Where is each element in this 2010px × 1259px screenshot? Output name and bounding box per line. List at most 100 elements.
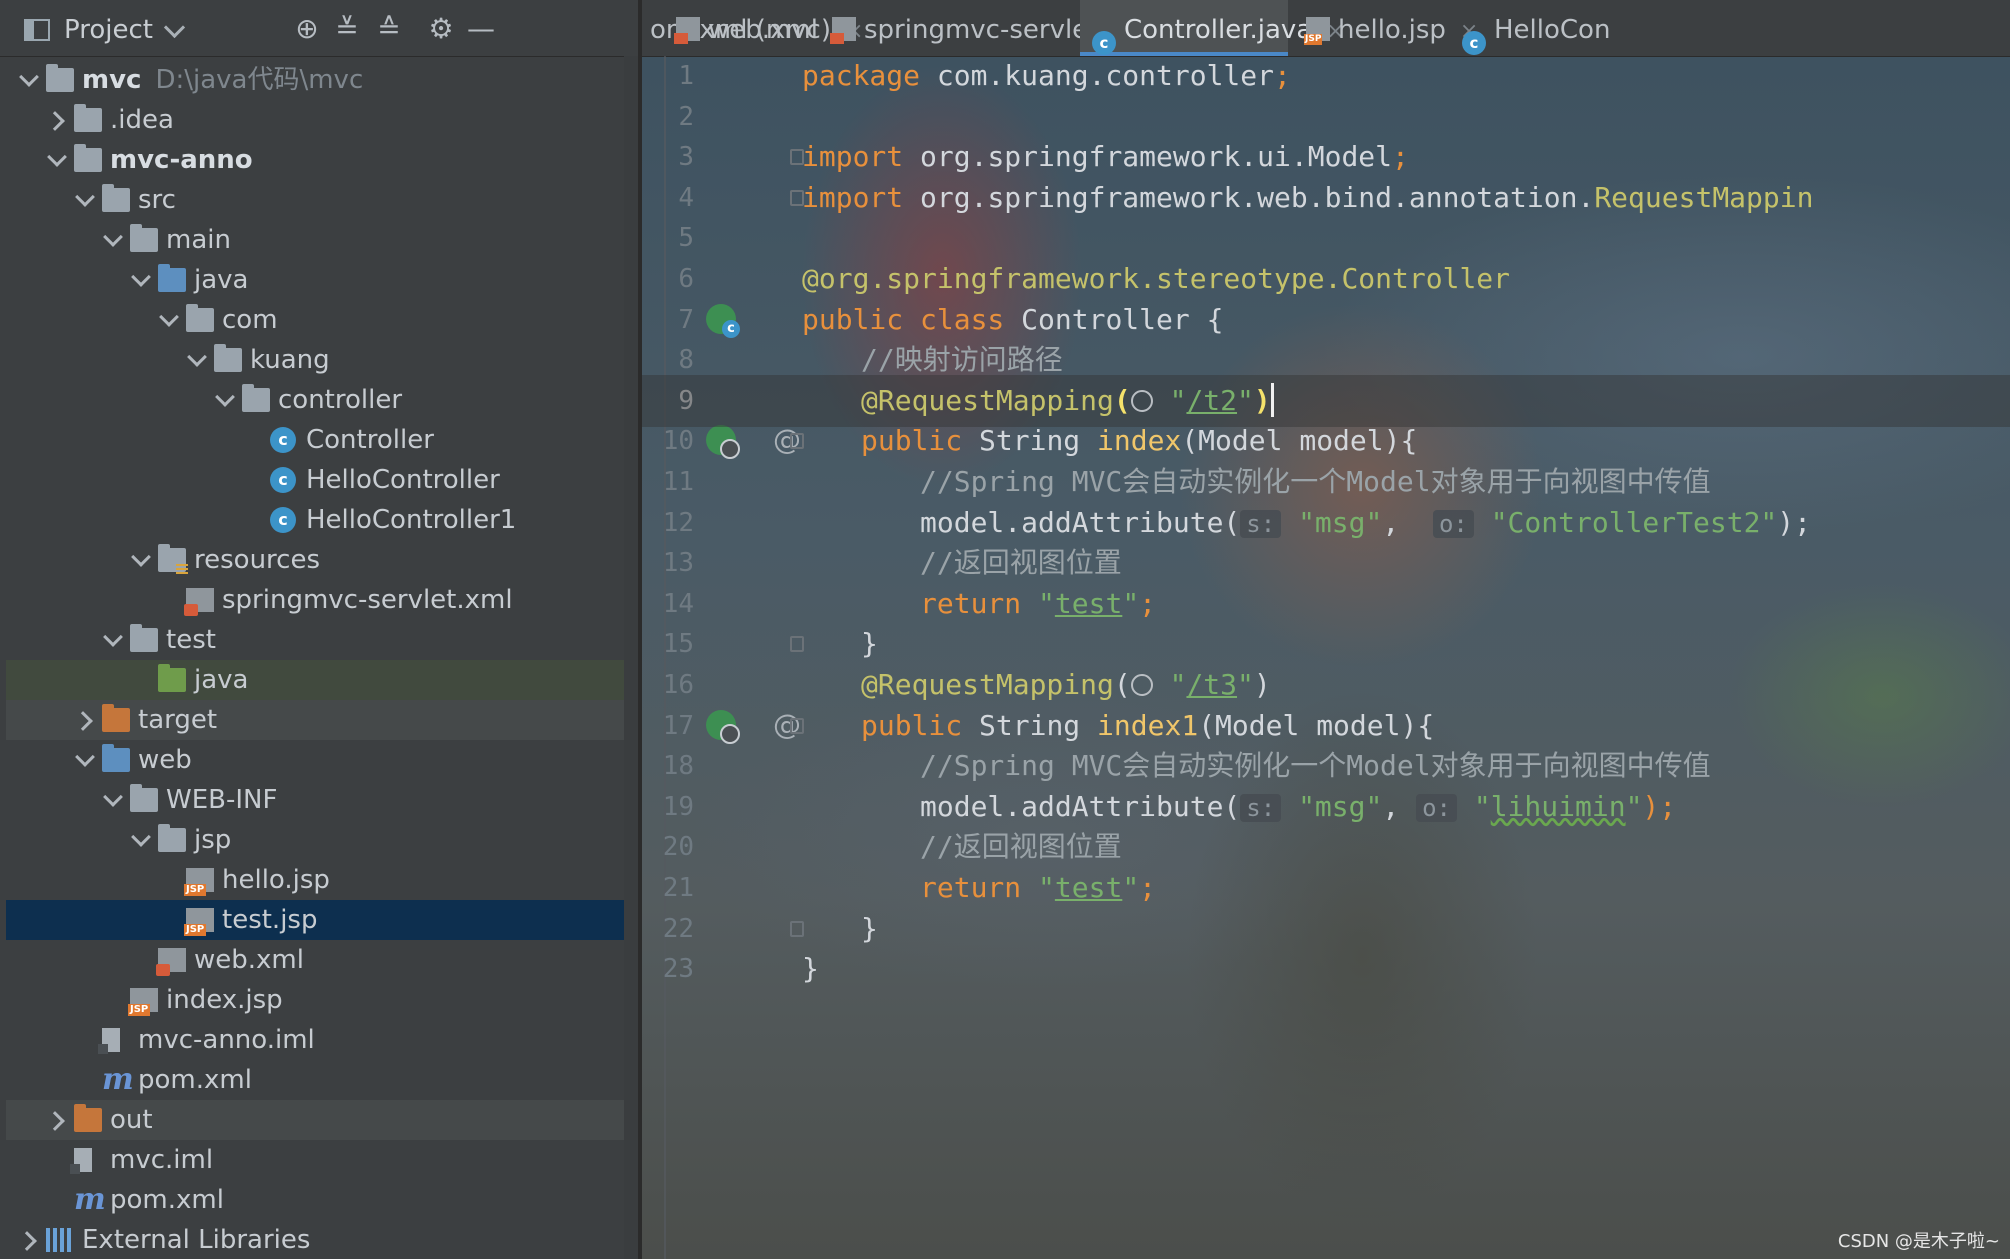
tree-item[interactable]: m pom.xml: [6, 1060, 640, 1100]
chevron-down-icon[interactable]: [126, 820, 154, 860]
chevron-down-icon[interactable]: [14, 60, 42, 100]
gear-icon[interactable]: ⚙: [424, 12, 458, 46]
tree-item-label: mvc D:\java代码\mvc: [82, 60, 363, 100]
tree-item-name: pom.xml: [138, 1065, 252, 1095]
tree-item[interactable]: target: [6, 700, 640, 740]
hide-icon[interactable]: —: [464, 12, 498, 46]
tree-item[interactable]: java: [6, 260, 640, 300]
code-line[interactable]: return "test";: [920, 862, 1156, 914]
request-mapping-icon[interactable]: [706, 425, 740, 460]
chevron-down-icon[interactable]: [154, 300, 182, 340]
tree-item[interactable]: mvc-anno.iml: [6, 1020, 640, 1060]
tree-item[interactable]: mvc D:\java代码\mvc: [6, 60, 640, 100]
tree-item-label: target: [138, 700, 217, 740]
chevron-right-icon[interactable]: [14, 1220, 42, 1259]
tree-item[interactable]: java: [6, 660, 640, 700]
tree-item[interactable]: .idea: [6, 100, 640, 140]
tree-item-path: D:\java代码\mvc: [155, 65, 364, 95]
chevron-down-icon[interactable]: [210, 380, 238, 420]
code-line[interactable]: package com.kuang.controller;: [802, 50, 1291, 102]
chevron-down-icon[interactable]: [70, 740, 98, 780]
keyword: ;: [1392, 140, 1409, 174]
expand-all-icon[interactable]: ≚: [330, 12, 364, 46]
fold-marker-icon[interactable]: [790, 920, 804, 937]
globe-icon[interactable]: [1130, 674, 1153, 696]
tree-item-name: web.xml: [194, 945, 304, 975]
tree-item[interactable]: kuang: [6, 340, 640, 380]
tree-item[interactable]: resources: [6, 540, 640, 580]
tree-item[interactable]: c Controller: [6, 420, 640, 460]
tree-item[interactable]: c HelloController1: [6, 500, 640, 540]
editor-tab[interactable]: springmvc-servlet.xml×: [820, 0, 1187, 56]
string-literal: ": [1473, 789, 1491, 823]
locate-icon[interactable]: ⊕: [290, 12, 324, 46]
request-mapping-icon[interactable]: [706, 709, 740, 744]
chevron-down-icon[interactable]: [98, 620, 126, 660]
comment: //Spring MVC会自动实例化一个Model对象用于向视图中传值: [920, 749, 1711, 783]
tree-item[interactable]: WEB-INF: [6, 780, 640, 820]
code-line[interactable]: import org.springframework.web.bind.anno…: [802, 172, 1813, 224]
code-line[interactable]: }: [802, 943, 819, 995]
chevron-down-icon[interactable]: [98, 220, 126, 260]
code-editor[interactable]: om.xml (mvc)×web.xml×springmvc-servlet.x…: [642, 0, 2010, 1259]
jsp-file-icon: [184, 908, 214, 936]
tree-item[interactable]: m pom.xml: [6, 1180, 640, 1220]
chevron-down-icon[interactable]: [182, 340, 210, 380]
tree-item[interactable]: springmvc-servlet.xml: [6, 580, 640, 620]
tree-item-label: pom.xml: [138, 1060, 252, 1100]
tree-item[interactable]: hello.jsp: [6, 860, 640, 900]
fold-marker-icon[interactable]: [790, 636, 804, 653]
tree-item[interactable]: test.jsp: [6, 900, 640, 940]
code-text: model.addAttribute(: [920, 789, 1241, 823]
chevron-down-icon[interactable]: [126, 540, 154, 580]
editor-tab[interactable]: hello.jsp×: [1294, 0, 1478, 56]
chevron-down-icon[interactable]: [126, 260, 154, 300]
fold-marker-icon[interactable]: [790, 433, 804, 450]
tree-item[interactable]: web.xml: [6, 940, 640, 980]
tree-item[interactable]: External Libraries: [6, 1220, 640, 1259]
globe-icon[interactable]: [1130, 389, 1153, 412]
tree-item[interactable]: jsp: [6, 820, 640, 860]
tree-item[interactable]: mvc.iml: [6, 1140, 640, 1180]
code-text: ,: [1382, 505, 1433, 539]
tree-item[interactable]: main: [6, 220, 640, 260]
project-view-selector[interactable]: Project: [24, 12, 186, 48]
chevron-right-icon[interactable]: [70, 700, 98, 740]
annotation: @RequestMapping: [861, 668, 1114, 701]
tree-item[interactable]: test: [6, 620, 640, 660]
chevron-down-icon[interactable]: [42, 140, 70, 180]
spring-bean-icon[interactable]: [706, 303, 740, 338]
tree-item-name: Controller: [306, 425, 434, 455]
tree-item-name: HelloController1: [306, 505, 517, 535]
tree-item[interactable]: com: [6, 300, 640, 340]
tree-item[interactable]: src: [6, 180, 640, 220]
chevron-right-icon[interactable]: [42, 100, 70, 140]
tab-label: web.xml: [708, 15, 818, 45]
tree-item[interactable]: controller: [6, 380, 640, 420]
editor-tab[interactable]: c HelloCon: [1450, 0, 1632, 56]
tree-item[interactable]: web: [6, 740, 640, 780]
tree-item-label: java: [194, 260, 248, 300]
code-text: model.addAttribute(: [920, 505, 1241, 539]
code-line[interactable]: }: [861, 903, 878, 955]
fold-marker-icon[interactable]: [790, 717, 804, 734]
editor-tab[interactable]: c Controller.java ×: [1080, 0, 1345, 56]
folder-icon: [130, 624, 158, 652]
collapse-all-icon[interactable]: ≙: [372, 12, 406, 46]
tree-item[interactable]: mvc-anno: [6, 140, 640, 180]
tree-item[interactable]: index.jsp: [6, 980, 640, 1020]
tree-item-label: Controller: [306, 420, 434, 460]
parameter-hint: o:: [1416, 793, 1457, 822]
code-line[interactable]: return "test";: [920, 578, 1156, 630]
chevron-right-icon[interactable]: [42, 1100, 70, 1140]
editor-tab[interactable]: web.xml×: [664, 0, 850, 56]
java-class-icon: c: [270, 507, 296, 533]
parameter-hint: s:: [1240, 509, 1282, 538]
comment: //返回视图位置: [920, 830, 1122, 864]
chevron-down-icon[interactable]: [70, 180, 98, 220]
tree-item[interactable]: out: [6, 1100, 640, 1140]
tree-item[interactable]: c HelloController: [6, 460, 640, 500]
chevron-down-icon[interactable]: [98, 780, 126, 820]
project-tree-scrollbar[interactable]: [624, 56, 638, 1259]
